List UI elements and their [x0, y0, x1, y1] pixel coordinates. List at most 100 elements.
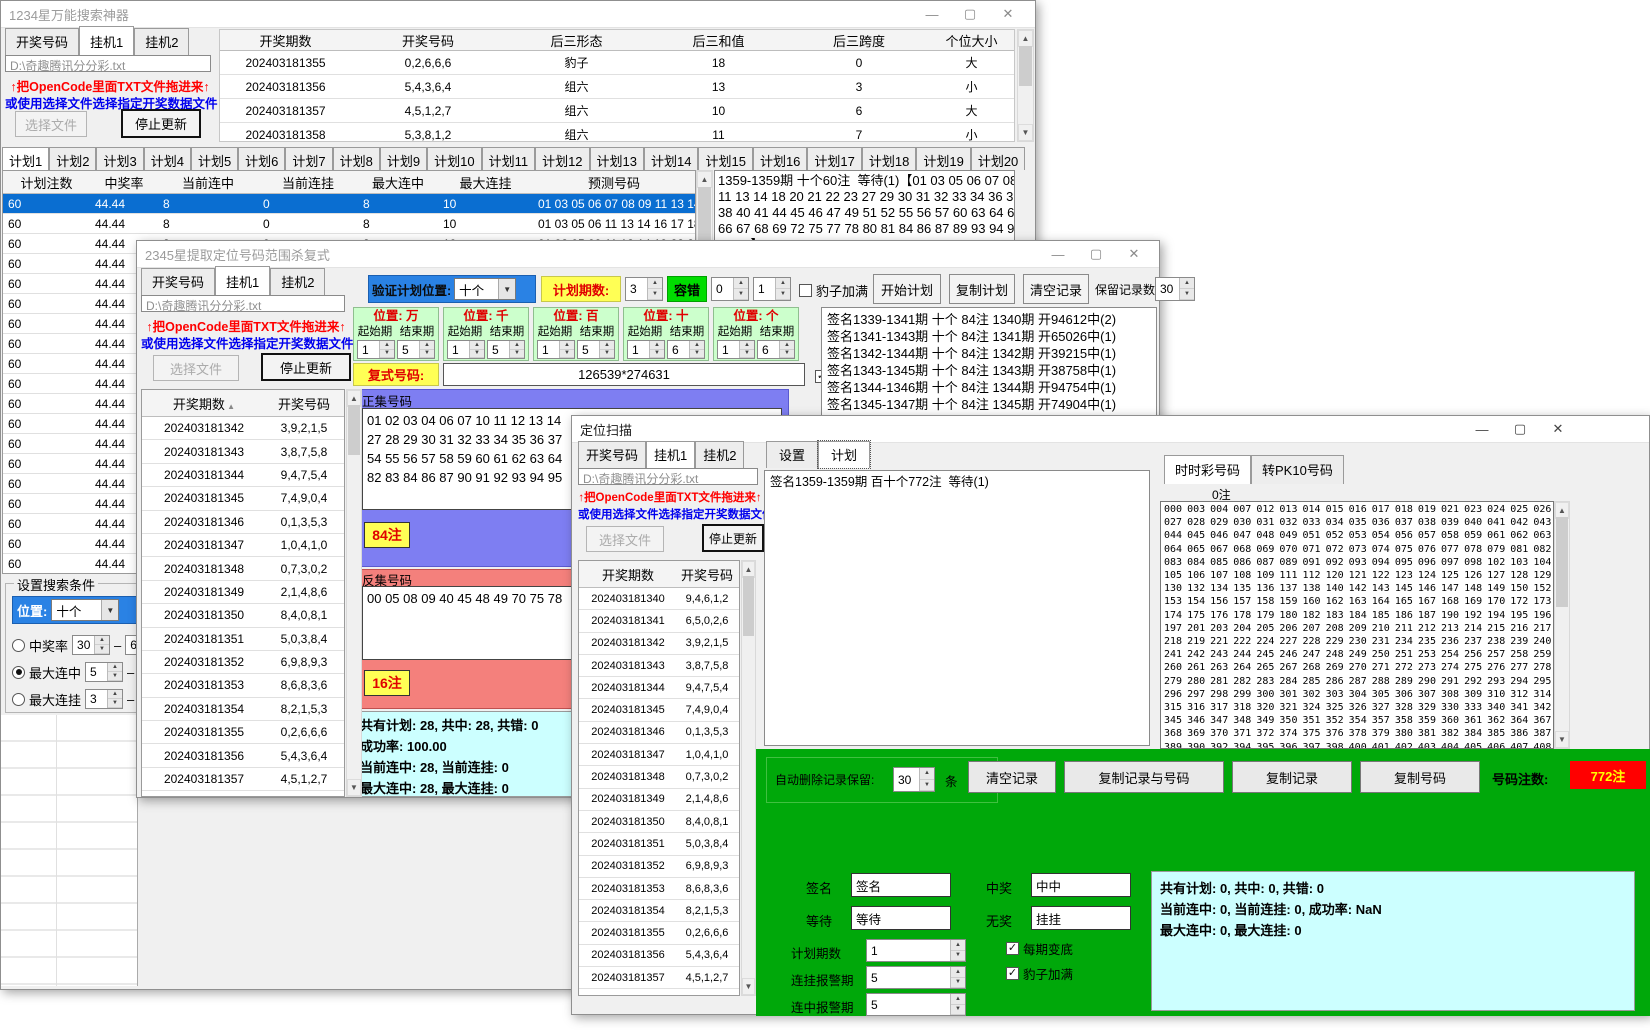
- column-header[interactable]: 开奖号码: [677, 565, 737, 584]
- scroll-thumb[interactable]: [348, 405, 360, 455]
- keep-records-spinner[interactable]: 30▲▼: [1155, 277, 1195, 301]
- scroll-up-icon[interactable]: ▲: [697, 171, 712, 188]
- checkbox-icon[interactable]: ✓: [1006, 942, 1019, 955]
- table-row[interactable]: 2024031813565,4,3,6,4组六133小: [220, 75, 1014, 99]
- range-from-spinner[interactable]: 5▲▼: [85, 662, 123, 682]
- table-row[interactable]: 2024031813565,4,3,6,4: [142, 744, 344, 767]
- tab-plan-13[interactable]: 计划13: [590, 147, 644, 170]
- close-icon[interactable]: ✕: [1539, 418, 1577, 440]
- tab-num-1[interactable]: 时时彩号码: [1164, 455, 1251, 484]
- table-row[interactable]: 2024031813508,4,0,8,1: [142, 604, 344, 627]
- file-path-input[interactable]: D:\奇趣腾讯分分彩.txt: [578, 468, 758, 485]
- close-icon[interactable]: ✕: [989, 3, 1027, 25]
- titlebar[interactable]: 1234星万能搜索神器 — ▢ ✕: [1, 1, 1035, 28]
- table-row[interactable]: 2024031813574,5,1,2,7组六106大: [220, 99, 1014, 123]
- minimize-icon[interactable]: —: [1039, 243, 1077, 265]
- radio-icon[interactable]: [12, 693, 25, 706]
- select-file-button[interactable]: 选择文件: [586, 526, 664, 552]
- scroll-down-icon[interactable]: ▼: [1555, 731, 1569, 748]
- tab-plan-19[interactable]: 计划19: [916, 147, 970, 170]
- checkbox-每期变底[interactable]: ✓每期变底: [1006, 939, 1073, 958]
- minimize-icon[interactable]: —: [1463, 418, 1501, 440]
- tab-plan-17[interactable]: 计划17: [807, 147, 861, 170]
- table-row[interactable]: 2024031813550,2,6,6,6: [142, 721, 344, 744]
- copy-numbers-button[interactable]: 复制号码: [1360, 761, 1480, 793]
- file-path-input[interactable]: D:\奇趣腾讯分分彩.txt: [5, 55, 211, 72]
- close-icon[interactable]: ✕: [1115, 243, 1153, 265]
- table-row[interactable]: 2024031813416,5,0,2,6: [579, 610, 739, 632]
- field-input-无奖[interactable]: 挂挂: [1031, 906, 1131, 930]
- table-row[interactable]: 2024031813538,6,8,3,6: [579, 878, 739, 900]
- table-row[interactable]: 2024031813423,9,2,1,5: [142, 417, 344, 440]
- stop-update-button[interactable]: 停止更新: [121, 109, 201, 138]
- end-period-spinner[interactable]: 5▲▼: [397, 340, 435, 359]
- column-header[interactable]: 中奖率: [90, 173, 158, 192]
- table-row[interactable]: 2024031813471,0,4,1,0: [579, 744, 739, 766]
- column-header[interactable]: 开奖期数 ▲: [142, 394, 266, 413]
- tab-file-2[interactable]: 挂机1: [79, 26, 134, 55]
- spin-field-1[interactable]: 1▲▼: [866, 939, 966, 962]
- table-row[interactable]: 2024031813433,8,7,5,8: [579, 655, 739, 677]
- auto-delete-spinner[interactable]: 30▲▼: [893, 767, 935, 792]
- scroll-down-icon[interactable]: ▼: [742, 978, 755, 995]
- tab-plan-15[interactable]: 计划15: [698, 147, 752, 170]
- table-row[interactable]: 2024031813585,3,8,1,2: [142, 791, 344, 797]
- tab-num-2[interactable]: 转PK10号码: [1251, 455, 1344, 484]
- end-period-spinner[interactable]: 5▲▼: [577, 340, 615, 359]
- tab-plan-11[interactable]: 计划11: [482, 147, 536, 170]
- checkbox-icon[interactable]: [799, 284, 812, 297]
- table-row[interactable]: 2024031813457,4,9,0,4: [579, 699, 739, 721]
- tab-file-1[interactable]: 开奖号码: [141, 268, 215, 295]
- table-row[interactable]: 2024031813548,2,1,5,3: [142, 698, 344, 721]
- tab-plan-5[interactable]: 计划5: [191, 147, 238, 170]
- tab-plan-4[interactable]: 计划4: [144, 147, 191, 170]
- file-path-input[interactable]: D:\奇趣腾讯分分彩.txt: [141, 295, 345, 312]
- scroll-thumb[interactable]: [698, 187, 711, 247]
- start-period-spinner[interactable]: 1▲▼: [627, 340, 665, 359]
- table-row[interactable]: 2024031813515,0,3,8,4: [142, 628, 344, 651]
- table-row[interactable]: 2024031813480,7,3,0,2: [142, 557, 344, 580]
- table-row[interactable]: 2024031813423,9,2,1,5: [579, 633, 739, 655]
- column-header[interactable]: 预测号码: [533, 173, 695, 192]
- copy-records-button[interactable]: 复制记录: [1232, 761, 1352, 793]
- column-header[interactable]: 后三形态: [505, 31, 648, 50]
- plan-log[interactable]: 签名1359-1359期 百十个772注 等待(1): [764, 470, 1150, 746]
- minimize-icon[interactable]: —: [913, 3, 951, 25]
- number-grid[interactable]: 000 003 004 007 012 013 014 015 016 017 …: [1160, 501, 1554, 749]
- column-header[interactable]: 当前连中: [158, 173, 258, 192]
- table-row[interactable]: 2024031813574,5,1,2,7: [142, 768, 344, 791]
- copy-records-numbers-button[interactable]: 复制记录与号码: [1064, 761, 1224, 793]
- tab-plan-18[interactable]: 计划18: [862, 147, 916, 170]
- column-header[interactable]: 开奖期数: [579, 565, 677, 584]
- table-row[interactable]: 2024031813585,3,8,1,2: [579, 989, 739, 996]
- range-from-spinner[interactable]: 30▲▼: [72, 635, 110, 655]
- table-row[interactable]: 2024031813460,1,3,5,3: [142, 511, 344, 534]
- tab-plan-8[interactable]: 计划8: [333, 147, 380, 170]
- field-input-等待[interactable]: 等待: [851, 906, 951, 930]
- table-row[interactable]: 2024031813449,4,7,5,4: [142, 464, 344, 487]
- range-from-spinner[interactable]: 3▲▼: [85, 689, 123, 709]
- tab-plan-1[interactable]: 计划1: [2, 147, 49, 170]
- tab-plan-10[interactable]: 计划10: [427, 147, 481, 170]
- tab-view-1[interactable]: 设置: [766, 441, 818, 468]
- titlebar[interactable]: 定位扫描 — ▢ ✕: [572, 416, 1649, 443]
- tab-file-3[interactable]: 挂机2: [695, 441, 744, 468]
- tab-plan-3[interactable]: 计划3: [96, 147, 143, 170]
- spin-field-3[interactable]: 5▲▼: [866, 993, 966, 1016]
- table-row[interactable]: 2024031813565,4,3,6,4: [579, 945, 739, 967]
- tab-file-1[interactable]: 开奖号码: [5, 28, 79, 55]
- stop-update-button[interactable]: 停止更新: [261, 353, 351, 381]
- maximize-icon[interactable]: ▢: [1077, 243, 1115, 265]
- plan-periods-spinner[interactable]: 3▲▼: [625, 277, 663, 301]
- titlebar[interactable]: 2345星提取定位号码范围杀复式 — ▢ ✕: [137, 241, 1159, 268]
- position-combo[interactable]: 十个 ▼: [51, 599, 119, 621]
- table-row[interactable]: 6044.448081001 03 05 06 07 08 09 11 13 1…: [3, 194, 695, 214]
- end-period-spinner[interactable]: 5▲▼: [487, 340, 525, 359]
- column-header[interactable]: 开奖号码: [351, 31, 505, 50]
- start-period-spinner[interactable]: 1▲▼: [717, 340, 755, 359]
- chevron-down-icon[interactable]: ▼: [498, 279, 515, 299]
- scroll-down-icon[interactable]: ▼: [347, 779, 361, 796]
- start-plan-button[interactable]: 开始计划: [873, 274, 941, 304]
- table-row[interactable]: 2024031813550,2,6,6,6: [579, 922, 739, 944]
- clear-records-button[interactable]: 清空记录: [1023, 274, 1089, 304]
